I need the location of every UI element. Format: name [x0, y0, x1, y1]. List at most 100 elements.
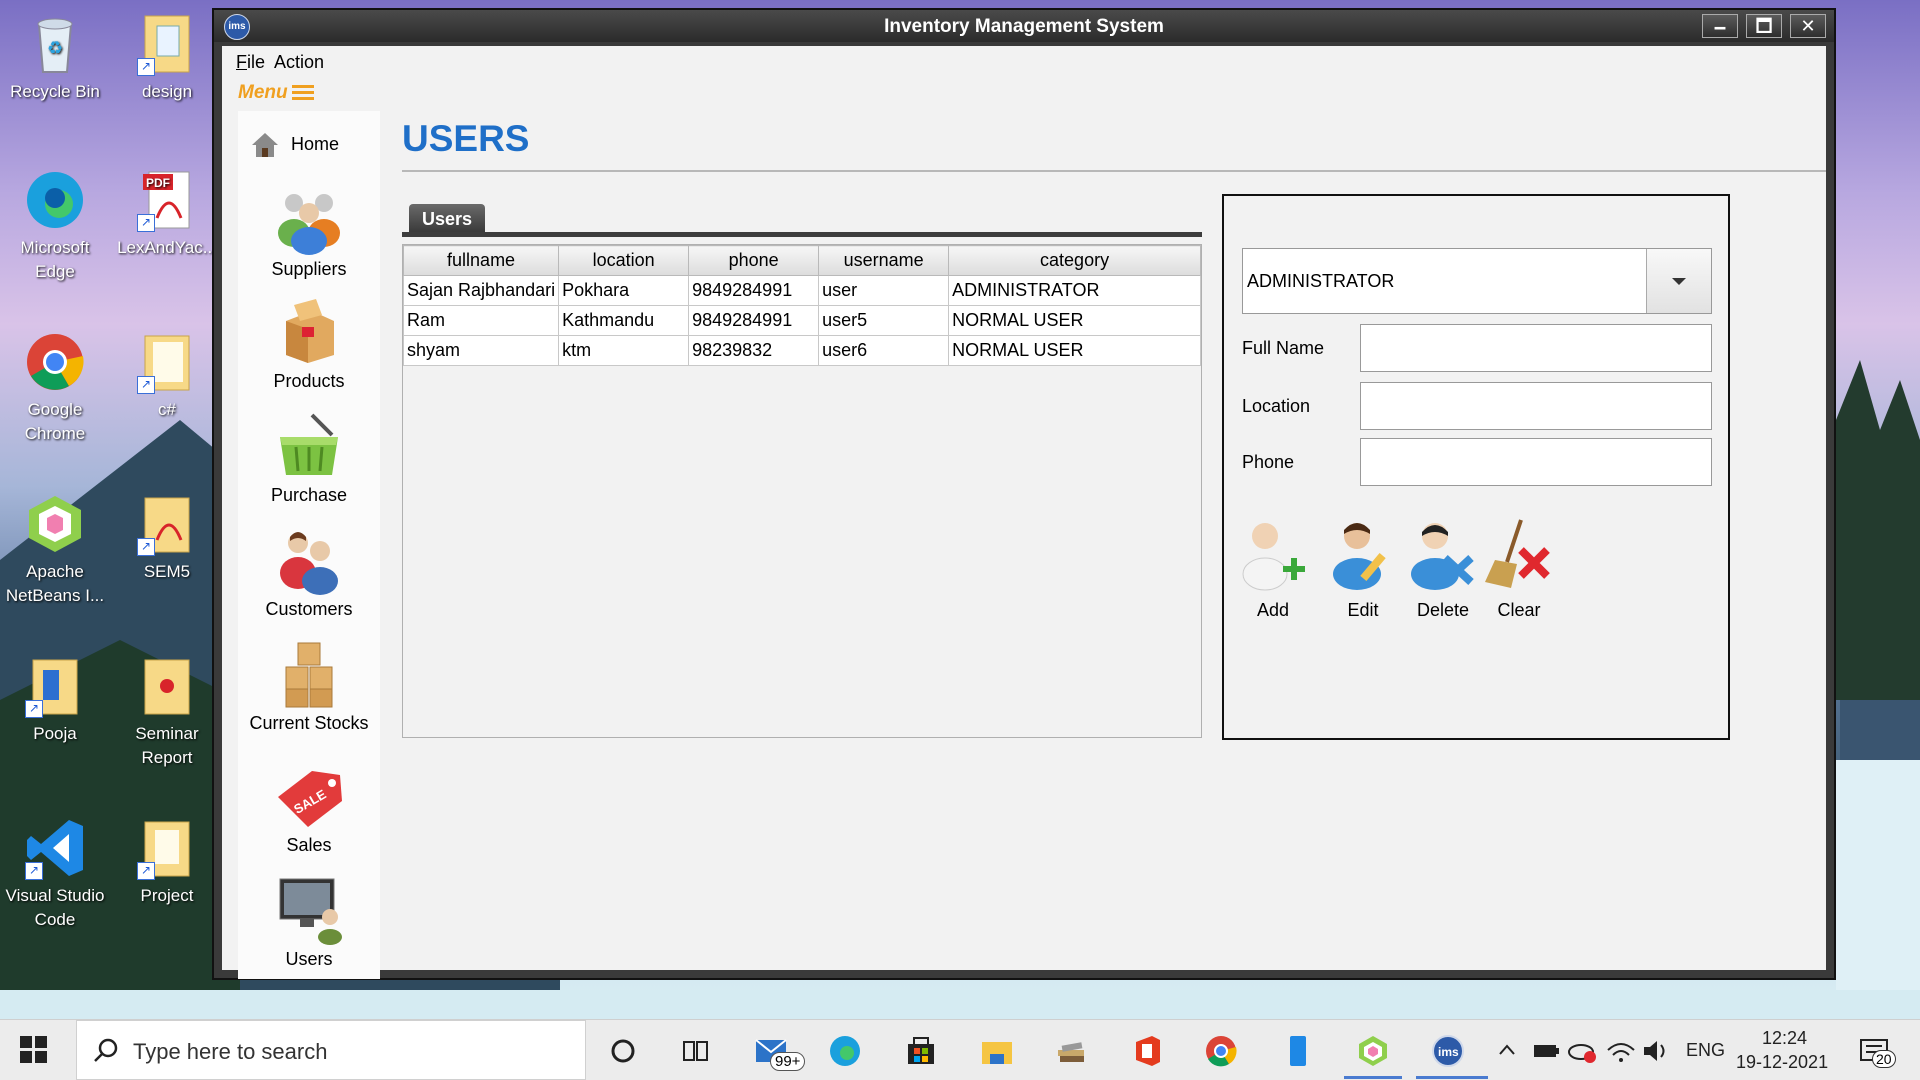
netbeans-taskbar-icon[interactable] [1344, 1034, 1402, 1079]
broom-clear-icon [1481, 516, 1557, 592]
clear-label: Clear [1497, 600, 1541, 620]
task-view-icon[interactable] [678, 1034, 712, 1068]
office-icon[interactable] [1130, 1034, 1164, 1068]
desktop-icon-lexandyac[interactable]: PDF ↗ LexAndYac... [112, 168, 222, 260]
desktop-icon-edge[interactable]: Microsoft Edge [0, 168, 110, 284]
add-button[interactable]: Add [1228, 516, 1318, 621]
category-dropdown-button[interactable] [1646, 249, 1711, 313]
clock-date[interactable]: 19-12-2021 [1736, 1052, 1828, 1073]
full-name-field[interactable] [1360, 324, 1712, 372]
sidebar-item-customers[interactable]: Customers [238, 525, 380, 620]
category-select[interactable]: ADMINISTRATOR [1242, 248, 1712, 314]
table-row[interactable]: Ram Kathmandu 9849284991 user5 NORMAL US… [402, 305, 1201, 336]
minimize-button[interactable]: 🗕 [1702, 14, 1738, 38]
menu-action[interactable]: Action [274, 52, 324, 73]
sidebar-item-purchase[interactable]: Purchase [238, 411, 380, 506]
desktop-icon-recycle-bin[interactable]: ♻ Recycle Bin [0, 12, 110, 104]
desktop-icon-label: Pooja [33, 724, 77, 743]
edit-button[interactable]: Edit [1318, 516, 1408, 621]
cell-username: user [818, 275, 950, 306]
close-button[interactable]: ✕ [1790, 14, 1826, 38]
shortcut-arrow-icon: ↗ [137, 376, 155, 394]
cell-category: ADMINISTRATOR [948, 275, 1201, 306]
taskbar-search-box[interactable]: Type here to search [76, 1020, 586, 1080]
desktop-icon-netbeans[interactable]: Apache NetBeans I... [0, 492, 110, 608]
battery-icon[interactable] [1530, 1034, 1564, 1068]
folder-icon: ↗ [135, 492, 199, 556]
cortana-icon[interactable] [606, 1034, 640, 1068]
desktop-icon-label: LexAndYac... [117, 238, 217, 257]
wifi-icon[interactable] [1604, 1034, 1638, 1068]
desktop-icon-label: c# [158, 400, 176, 419]
desktop-icon-sem5[interactable]: ↗ SEM5 [112, 492, 222, 584]
maximize-button[interactable]: 🗖 [1746, 14, 1782, 38]
folder-icon: ↗ [23, 654, 87, 718]
table-row[interactable]: Sajan Rajbhandari Pokhara 9849284991 use… [402, 275, 1201, 306]
column-header-location[interactable]: location [558, 245, 690, 276]
sidebar-item-label: Suppliers [271, 259, 347, 279]
column-header-category[interactable]: category [948, 245, 1201, 276]
sidebar-item-label: Purchase [270, 485, 348, 505]
shortcut-arrow-icon: ↗ [25, 862, 43, 880]
window-titlebar[interactable]: ims Inventory Management System 🗕 🗖 ✕ [214, 10, 1834, 42]
chrome-taskbar-icon[interactable] [1204, 1034, 1238, 1068]
notification-icon[interactable]: 20 [1858, 1034, 1896, 1068]
desktop-icon-label: Recycle Bin [10, 82, 100, 101]
language-indicator[interactable]: ENG [1686, 1040, 1725, 1061]
tab-strip [402, 232, 1202, 237]
desktop-icon-project[interactable]: ↗ Project [112, 816, 222, 908]
svg-text:♻: ♻ [47, 38, 63, 58]
cell-location: Pokhara [558, 275, 690, 306]
vscode-icon: ↗ [23, 816, 87, 880]
desktop-icon-chrome[interactable]: Google Chrome [0, 330, 110, 446]
mail-icon[interactable]: 99+ [752, 1034, 806, 1071]
clear-button[interactable]: Clear [1474, 516, 1564, 621]
speaker-icon[interactable] [1640, 1034, 1674, 1068]
desktop-icon-label: Google Chrome [24, 400, 86, 443]
phone-app-icon[interactable] [1280, 1034, 1314, 1068]
table-row[interactable]: shyam ktm 98239832 user6 NORMAL USER [402, 335, 1201, 366]
clock-time[interactable]: 12:24 [1762, 1028, 1807, 1049]
location-field[interactable] [1360, 382, 1712, 430]
column-header-fullname[interactable]: fullname [402, 245, 560, 276]
windows-start-icon[interactable] [20, 1036, 48, 1064]
books-icon[interactable] [1054, 1034, 1088, 1068]
menu-toggle-button[interactable]: Menu [238, 82, 314, 104]
desktop-icon-csharp[interactable]: ↗ c# [112, 330, 222, 422]
store-icon[interactable] [904, 1034, 938, 1068]
sidebar-item-home[interactable]: Home [238, 131, 380, 159]
shortcut-arrow-icon: ↗ [137, 862, 155, 880]
sidebar-item-suppliers[interactable]: Suppliers [238, 185, 380, 280]
ims-taskbar-icon[interactable]: ims [1416, 1034, 1488, 1079]
desktop-icon-vscode[interactable]: ↗ Visual Studio Code [0, 816, 110, 932]
folder-icon: ↗ [135, 330, 199, 394]
file-explorer-icon[interactable] [980, 1034, 1014, 1068]
phone-field[interactable] [1360, 438, 1712, 486]
cell-location: ktm [558, 335, 690, 366]
menu-file[interactable]: File [236, 52, 265, 73]
pdf-badge-text: PDF [146, 176, 170, 190]
desktop-icon-design[interactable]: ↗ design [112, 12, 222, 104]
edge-taskbar-icon[interactable] [828, 1034, 862, 1068]
desktop-icon-seminar-report[interactable]: Seminar Report [112, 654, 222, 770]
chevron-up-icon[interactable] [1496, 1034, 1518, 1068]
sidebar-item-label: Customers [265, 599, 353, 619]
sidebar-item-products[interactable]: Products [238, 297, 380, 392]
sidebar-item-label: Users [285, 949, 333, 969]
search-icon [93, 1037, 119, 1068]
sidebar-item-sales[interactable]: SALE Sales [238, 761, 380, 856]
phone-label: Phone [1242, 452, 1295, 472]
title-divider [402, 170, 1826, 172]
desktop-icon-label: design [141, 82, 193, 101]
menubar: File Action [222, 46, 1826, 74]
location-label: Location [1242, 396, 1311, 416]
desktop-icon-pooja[interactable]: ↗ Pooja [0, 654, 110, 746]
sidebar-item-current-stocks[interactable]: Current Stocks [238, 639, 380, 734]
shortcut-arrow-icon: ↗ [137, 538, 155, 556]
purchase-basket-icon [272, 411, 346, 481]
sidebar-item-users[interactable]: Users [238, 875, 380, 970]
tab-users[interactable]: Users [409, 204, 485, 232]
onedrive-error-icon[interactable] [1566, 1034, 1600, 1068]
column-header-phone[interactable]: phone [688, 245, 820, 276]
column-header-username[interactable]: username [818, 245, 950, 276]
